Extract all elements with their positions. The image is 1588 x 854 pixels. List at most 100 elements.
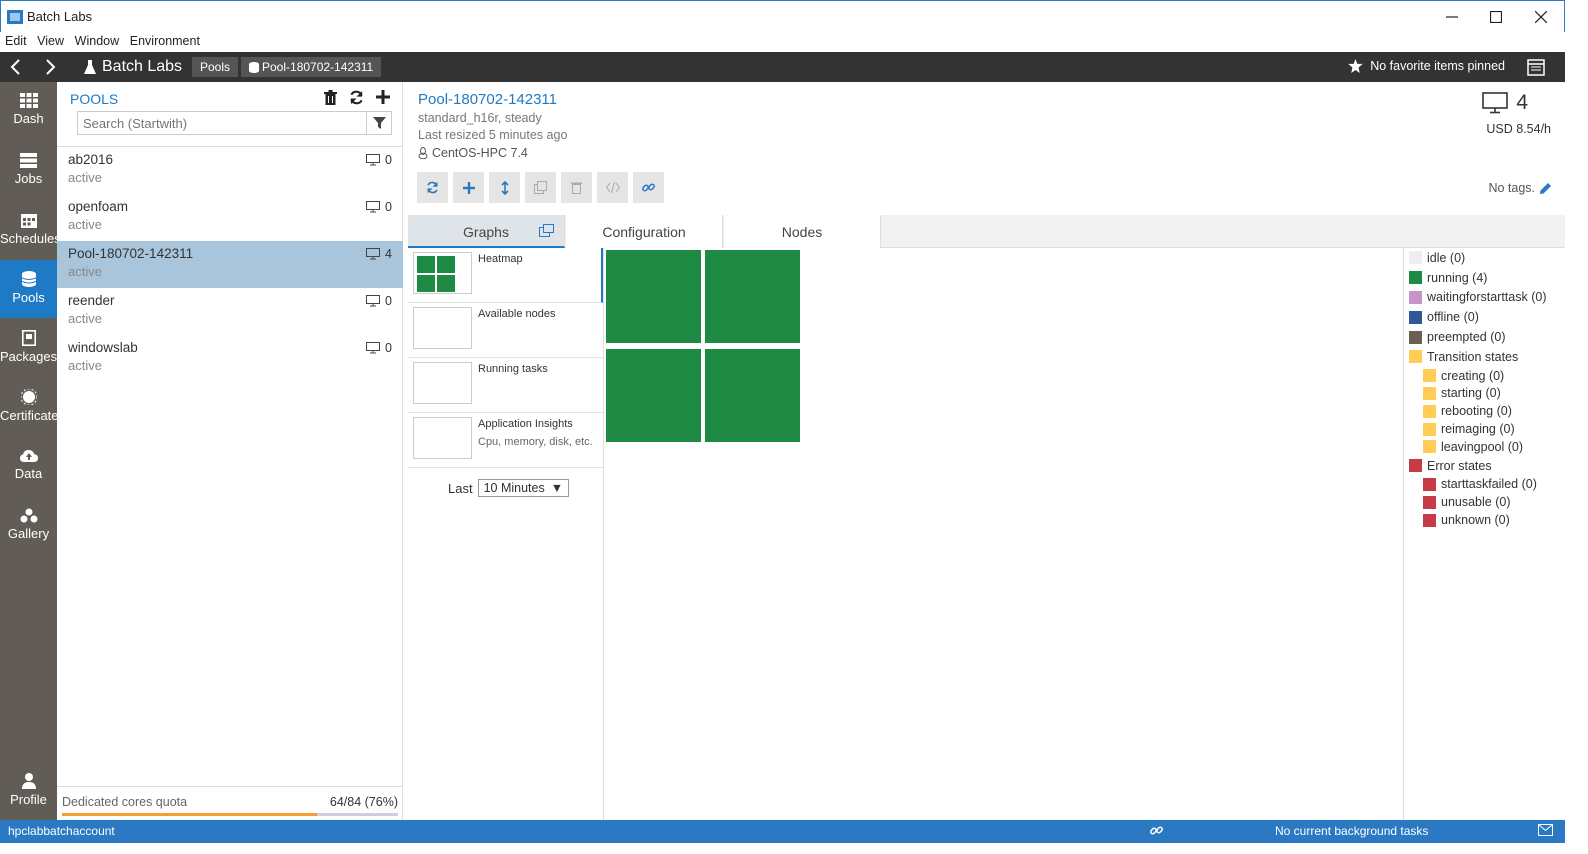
minimize-button[interactable] xyxy=(1429,1,1475,33)
legend-label: creating (0) xyxy=(1441,368,1505,383)
nav-packages[interactable]: Packages xyxy=(0,319,57,377)
legend-swatch xyxy=(1423,513,1436,527)
legend-item[interactable]: unknown (0) xyxy=(1409,511,1565,529)
graph-item-heatmap[interactable]: Heatmap xyxy=(408,248,603,303)
cloud-upload-icon xyxy=(19,450,38,462)
legend-item[interactable]: starttaskfailed (0) xyxy=(1409,476,1565,494)
trash-icon[interactable] xyxy=(324,90,337,105)
close-button[interactable] xyxy=(1518,1,1564,33)
refresh-button[interactable] xyxy=(417,172,448,203)
pool-title: Pool-180702-142311 xyxy=(418,91,558,108)
clone-button[interactable] xyxy=(525,172,556,203)
pool-last-resized: Last resized 5 minutes ago xyxy=(418,128,568,142)
nav-dash[interactable]: Dash xyxy=(0,82,57,140)
link-button[interactable] xyxy=(633,172,664,203)
nav-pools[interactable]: Pools xyxy=(0,260,57,318)
tab-graphs[interactable]: Graphs xyxy=(408,215,565,248)
pool-item[interactable]: windowslab active 0 xyxy=(57,335,403,382)
graph-subtitle: Cpu, memory, disk, etc. xyxy=(478,436,593,448)
menu-edit[interactable]: Edit xyxy=(0,32,27,48)
legend-item[interactable]: Transition states xyxy=(1409,347,1565,367)
menu-window[interactable]: Window xyxy=(70,32,119,48)
forward-arrow-icon[interactable] xyxy=(40,57,60,77)
legend-item[interactable]: Error states xyxy=(1409,456,1565,476)
account-name[interactable]: hpclabbatchaccount xyxy=(8,824,115,838)
background-tasks[interactable]: No current background tasks xyxy=(1275,824,1428,838)
add-job-button[interactable] xyxy=(453,172,484,203)
nav-profile[interactable]: Profile xyxy=(0,762,57,820)
code-icon xyxy=(605,182,620,193)
nav-packages-label: Packages xyxy=(0,349,58,364)
pool-item-selected[interactable]: Pool-180702-142311 active 4 xyxy=(57,241,403,288)
resize-button[interactable] xyxy=(489,172,520,203)
pool-item[interactable]: ab2016 active 0 xyxy=(57,147,403,194)
graph-title: Heatmap xyxy=(478,253,523,265)
pool-os: CentOS-HPC 7.4 xyxy=(418,146,528,160)
monitor-icon xyxy=(366,248,381,260)
pool-item[interactable]: openfoam active 0 xyxy=(57,194,403,241)
tags[interactable]: No tags. xyxy=(1488,181,1551,195)
refresh-icon[interactable] xyxy=(349,90,364,105)
nav-schedules[interactable]: Schedules xyxy=(0,201,61,259)
tab-graphs-label: Graphs xyxy=(463,224,509,240)
menu-environment[interactable]: Environment xyxy=(125,32,200,48)
back-arrow-icon[interactable] xyxy=(6,57,26,77)
graph-item-app-insights[interactable]: Application Insights Cpu, memory, disk, … xyxy=(408,413,603,468)
pool-name: ab2016 xyxy=(68,152,114,167)
link-icon[interactable] xyxy=(1150,824,1163,837)
legend-item[interactable]: rebooting (0) xyxy=(1409,402,1565,420)
legend-item[interactable]: creating (0) xyxy=(1409,367,1565,385)
breadcrumb-pool[interactable]: Pool-180702-142311 xyxy=(241,57,382,77)
time-range-select[interactable]: 10 Minutes ▼ xyxy=(477,479,570,497)
edit-pencil-icon[interactable] xyxy=(1540,182,1551,194)
popout-icon[interactable] xyxy=(539,224,554,237)
filter-button[interactable] xyxy=(367,111,392,135)
heatmap-node-tile[interactable] xyxy=(606,349,701,442)
legend-item[interactable]: preempted (0) xyxy=(1409,327,1565,347)
graph-item-available-nodes[interactable]: Available nodes xyxy=(408,303,603,358)
heatmap-node-tile[interactable] xyxy=(705,349,800,442)
pool-toolbar xyxy=(417,172,664,203)
legend-item[interactable]: idle (0) xyxy=(1409,248,1565,268)
nav-data[interactable]: Data xyxy=(0,438,57,496)
nav-certificate-label: Certificate xyxy=(0,408,59,423)
legend-item[interactable]: running (4) xyxy=(1409,268,1565,288)
export-button[interactable] xyxy=(597,172,628,203)
nav-gallery[interactable]: Gallery xyxy=(0,497,57,555)
nav-jobs[interactable]: Jobs xyxy=(0,142,57,200)
pool-count-value: 0 xyxy=(385,153,392,167)
legend-swatch xyxy=(1423,477,1436,491)
breadcrumb-pools[interactable]: Pools xyxy=(192,57,239,77)
heatmap-node-tile[interactable] xyxy=(606,250,701,343)
legend-item[interactable]: reimaging (0) xyxy=(1409,420,1565,438)
calendar-icon[interactable] xyxy=(1527,58,1545,76)
graph-item-running-tasks[interactable]: Running tasks xyxy=(408,358,603,413)
mail-icon[interactable] xyxy=(1538,824,1553,836)
legend-item[interactable]: starting (0) xyxy=(1409,385,1565,403)
pool-state: active xyxy=(68,264,102,279)
maximize-button[interactable] xyxy=(1473,1,1519,33)
monitor-icon xyxy=(366,201,381,213)
legend-item[interactable]: offline (0) xyxy=(1409,307,1565,327)
brand[interactable]: Batch Labs xyxy=(84,58,182,76)
legend-label: waitingforstarttask (0) xyxy=(1427,290,1547,305)
pool-count-value: 4 xyxy=(385,247,392,261)
nav-certificate[interactable]: Certificate xyxy=(0,378,59,436)
heatmap-node-tile[interactable] xyxy=(705,250,800,343)
pool-node-count: 0 xyxy=(366,153,392,167)
pool-search-input[interactable] xyxy=(77,111,367,135)
cores-quota: Dedicated cores quota 64/84 (76%) xyxy=(57,786,403,820)
tab-nodes[interactable]: Nodes xyxy=(724,215,881,248)
pools-panel: POOLS ab2016 active 0 openfoam xyxy=(57,82,403,820)
legend-item[interactable]: unusable (0) xyxy=(1409,493,1565,511)
pool-item[interactable]: reender active 0 xyxy=(57,288,403,335)
tab-configuration[interactable]: Configuration xyxy=(566,215,723,248)
legend-item[interactable]: leavingpool (0) xyxy=(1409,438,1565,456)
legend-item[interactable]: waitingforstarttask (0) xyxy=(1409,288,1565,308)
legend-swatch xyxy=(1409,290,1422,304)
add-icon[interactable] xyxy=(376,90,390,104)
delete-button[interactable] xyxy=(561,172,592,203)
menu-view[interactable]: View xyxy=(32,32,64,48)
favorites[interactable]: No favorite items pinned xyxy=(1348,59,1505,73)
node-count-value: 4 xyxy=(1516,91,1528,114)
